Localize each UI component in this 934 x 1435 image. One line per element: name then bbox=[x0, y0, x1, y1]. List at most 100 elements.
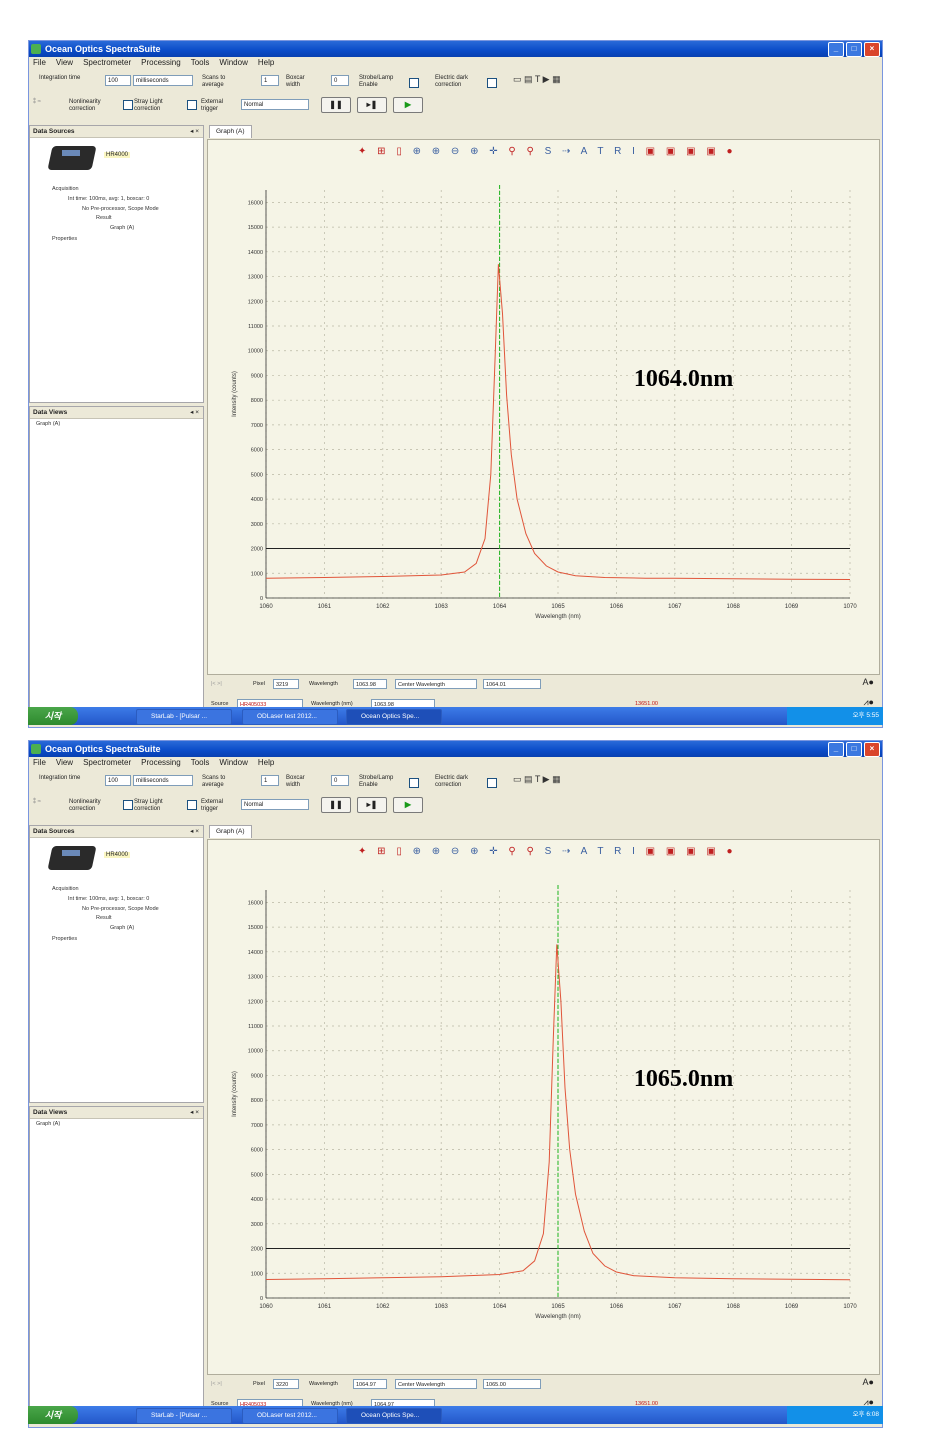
external-trigger-checkbox[interactable] bbox=[187, 800, 197, 810]
boxcar-width-input[interactable]: 0 bbox=[331, 775, 349, 786]
center-wavelength-select[interactable]: Center Wavelength bbox=[395, 679, 477, 689]
tree-acquisition[interactable]: Acquisition bbox=[52, 186, 79, 192]
wavelength-field[interactable]: 1064.97 bbox=[353, 1379, 387, 1389]
tree-preprocessor[interactable]: No Pre-processor, Scope Mode bbox=[82, 206, 159, 212]
menu-help[interactable]: Help bbox=[258, 57, 274, 68]
start-button[interactable]: 시작 bbox=[28, 707, 78, 725]
start-button[interactable]: 시작 bbox=[28, 1406, 78, 1424]
strobe-lamp-checkbox[interactable] bbox=[409, 78, 419, 88]
annotation-tool-icon[interactable]: A● bbox=[863, 1377, 874, 1387]
minimize-button[interactable]: _ bbox=[828, 42, 844, 57]
strobe-lamp-checkbox[interactable] bbox=[409, 778, 419, 788]
menu-window[interactable]: Window bbox=[219, 757, 247, 768]
toolbar-icons[interactable]: ▭ ▤ T ▶ ▦ bbox=[513, 774, 561, 785]
menu-spectrometer[interactable]: Spectrometer bbox=[83, 757, 131, 768]
tree-acquisition[interactable]: Acquisition bbox=[52, 886, 79, 892]
maximize-button[interactable]: □ bbox=[846, 742, 862, 757]
play-button[interactable]: ▶ bbox=[393, 797, 423, 813]
tree-graph[interactable]: Graph (A) bbox=[110, 925, 134, 931]
integration-units-select[interactable]: milliseconds bbox=[133, 75, 193, 86]
tree-result[interactable]: Result bbox=[96, 915, 112, 921]
taskbar-odlaser[interactable]: ODLaser test 2012... bbox=[242, 709, 338, 725]
integration-time-input[interactable]: 100 bbox=[105, 775, 131, 786]
menu-spectrometer[interactable]: Spectrometer bbox=[83, 57, 131, 68]
tree-result[interactable]: Result bbox=[96, 215, 112, 221]
center-wavelength-select[interactable]: Center Wavelength bbox=[395, 1379, 477, 1389]
taskbar-1: 시작 StarLab - [Pulsar ... ODLaser test 20… bbox=[28, 707, 883, 725]
scans-to-average-input[interactable]: 1 bbox=[261, 775, 279, 786]
menu-window[interactable]: Window bbox=[219, 57, 247, 68]
annotation-tool-icon[interactable]: A● bbox=[863, 677, 874, 687]
menu-view[interactable]: View bbox=[56, 57, 73, 68]
y-tick-label: 11000 bbox=[248, 324, 263, 330]
taskbar-starlab[interactable]: StarLab - [Pulsar ... bbox=[136, 709, 232, 725]
external-trigger-checkbox[interactable] bbox=[187, 100, 197, 110]
x-tick-label: 1066 bbox=[610, 604, 624, 610]
wavelength-field[interactable]: 1063.98 bbox=[353, 679, 387, 689]
pin-icon[interactable]: ◂ × bbox=[190, 1107, 199, 1118]
play-button[interactable]: ▶ bbox=[393, 97, 423, 113]
pin-icon[interactable]: ◂ × bbox=[190, 126, 199, 137]
menu-view[interactable]: View bbox=[56, 757, 73, 768]
trigger-mode-select[interactable]: Normal bbox=[241, 799, 309, 810]
stray-light-checkbox[interactable] bbox=[123, 100, 133, 110]
menu-processing[interactable]: Processing bbox=[141, 757, 181, 768]
y-tick-label: 14000 bbox=[248, 250, 263, 256]
center-wavelength-field[interactable]: 1064.01 bbox=[483, 679, 541, 689]
minimize-button[interactable]: _ bbox=[828, 742, 844, 757]
device-label[interactable]: HR4000 bbox=[104, 852, 131, 858]
scans-to-average-input[interactable]: 1 bbox=[261, 75, 279, 86]
center-wavelength-field[interactable]: 1065.00 bbox=[483, 1379, 541, 1389]
integration-time-input[interactable]: 100 bbox=[105, 75, 131, 86]
y-tick-label: 9000 bbox=[251, 373, 263, 379]
taskbar-odlaser[interactable]: ODLaser test 2012... bbox=[242, 1408, 338, 1424]
spectrasuite-window-2: Ocean Optics SpectraSuite _ □ × File Vie… bbox=[28, 740, 883, 1428]
trigger-mode-select[interactable]: Normal bbox=[241, 99, 309, 110]
overlay-tool-icon[interactable]: ⩘● bbox=[863, 697, 874, 707]
maximize-button[interactable]: □ bbox=[846, 42, 862, 57]
step-button[interactable]: ▸❚ bbox=[357, 797, 387, 813]
integration-units-select[interactable]: milliseconds bbox=[133, 775, 193, 786]
graph-toolbar[interactable]: ✦ ⊞ ▯ ⊕ ⊕ ⊖ ⊕ ✛ ⚲ ⚲ S ⇢ A T R I ▣ ▣ ▣ ▣ … bbox=[358, 846, 737, 857]
menu-file[interactable]: File bbox=[33, 757, 46, 768]
pixel-field[interactable]: 3220 bbox=[273, 1379, 299, 1389]
electric-dark-checkbox[interactable] bbox=[487, 78, 497, 88]
graph-toolbar[interactable]: ✦ ⊞ ▯ ⊕ ⊕ ⊖ ⊕ ✛ ⚲ ⚲ S ⇢ A T R I ▣ ▣ ▣ ▣ … bbox=[358, 146, 737, 157]
boxcar-width-input[interactable]: 0 bbox=[331, 75, 349, 86]
taskbar-oceanoptics[interactable]: Ocean Optics Spe... bbox=[346, 709, 442, 725]
taskbar-oceanoptics[interactable]: Ocean Optics Spe... bbox=[346, 1408, 442, 1424]
tree-properties[interactable]: Properties bbox=[52, 236, 77, 242]
spectrum-chart[interactable]: 1060 1061 1062 1063 1064 1065 1066 1067 1068 1069… bbox=[208, 180, 880, 640]
pause-button[interactable]: ❚❚ bbox=[321, 97, 351, 113]
menu-help[interactable]: Help bbox=[258, 757, 274, 768]
step-button[interactable]: ▸❚ bbox=[357, 97, 387, 113]
toolbar-icons[interactable]: ▭ ▤ T ▶ ▦ bbox=[513, 74, 561, 85]
pixel-field[interactable]: 3219 bbox=[273, 679, 299, 689]
pause-button[interactable]: ❚❚ bbox=[321, 797, 351, 813]
data-views-header: Data Views ◂ × bbox=[30, 1107, 203, 1119]
menu-processing[interactable]: Processing bbox=[141, 57, 181, 68]
nav-arrows-icon[interactable]: |< >| bbox=[211, 1379, 222, 1389]
tree-properties[interactable]: Properties bbox=[52, 936, 77, 942]
electric-dark-checkbox[interactable] bbox=[487, 778, 497, 788]
tree-graph-view[interactable]: Graph (A) bbox=[36, 1121, 60, 1127]
pin-icon[interactable]: ◂ × bbox=[190, 407, 199, 418]
stray-light-checkbox[interactable] bbox=[123, 800, 133, 810]
tab-graph-a[interactable]: Graph (A) bbox=[209, 825, 252, 838]
taskbar-starlab[interactable]: StarLab - [Pulsar ... bbox=[136, 1408, 232, 1424]
menu-tools[interactable]: Tools bbox=[191, 757, 210, 768]
pin-icon[interactable]: ◂ × bbox=[190, 826, 199, 837]
close-button[interactable]: × bbox=[864, 42, 880, 57]
tree-int-time[interactable]: Int time: 100ms, avg: 1, boxcar: 0 bbox=[68, 896, 149, 902]
close-button[interactable]: × bbox=[864, 742, 880, 757]
menu-tools[interactable]: Tools bbox=[191, 57, 210, 68]
tree-graph[interactable]: Graph (A) bbox=[110, 225, 134, 231]
spectrum-chart[interactable]: 1060 1061 1062 1063 1064 1065 1066 1067 1068 1069… bbox=[208, 880, 880, 1340]
tree-int-time[interactable]: Int time: 100ms, avg: 1, boxcar: 0 bbox=[68, 196, 149, 202]
device-label[interactable]: HR4000 bbox=[104, 152, 131, 158]
menu-file[interactable]: File bbox=[33, 57, 46, 68]
tree-preprocessor[interactable]: No Pre-processor, Scope Mode bbox=[82, 906, 159, 912]
tree-graph-view[interactable]: Graph (A) bbox=[36, 421, 60, 427]
nav-arrows-icon[interactable]: |< >| bbox=[211, 679, 222, 689]
tab-graph-a[interactable]: Graph (A) bbox=[209, 125, 252, 138]
